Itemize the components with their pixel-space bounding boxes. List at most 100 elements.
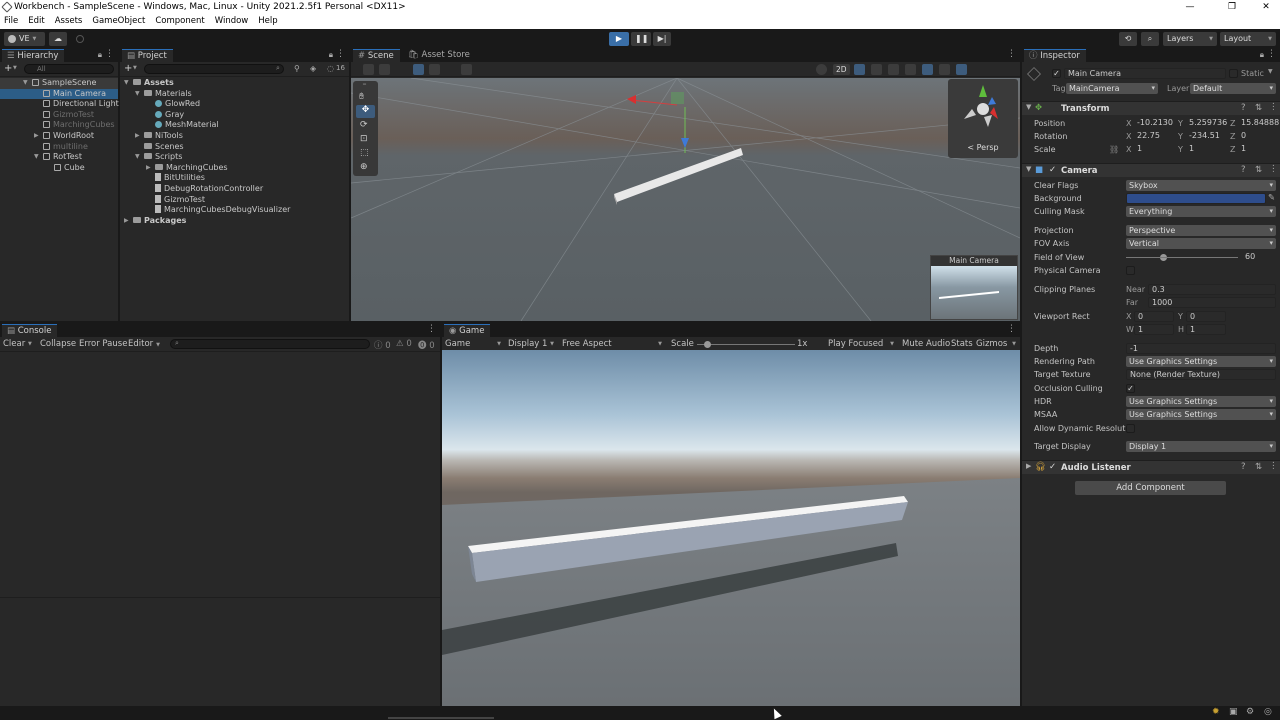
menu-item-file[interactable]: File [4, 16, 18, 26]
viewport-y-field[interactable]: 0 [1186, 311, 1226, 322]
info-count[interactable]: ⓘ 0 [374, 339, 391, 351]
background-color-field[interactable] [1126, 193, 1266, 204]
menu-item-assets[interactable]: Assets [55, 16, 83, 26]
account-dropdown[interactable]: VE ▼ [4, 32, 45, 46]
gizmos-toggle-icon[interactable] [955, 64, 967, 75]
panel-menu-icon[interactable]: ⋮ [427, 324, 436, 334]
warning-count[interactable]: ⚠ 0 [396, 339, 412, 349]
error-pause-button[interactable]: Error Pause [79, 339, 127, 349]
camera-dropdown[interactable]: Use Graphics Settings [1126, 356, 1276, 367]
pause-button[interactable]: ❚❚ [631, 32, 651, 46]
menu-item-help[interactable]: Help [258, 16, 277, 26]
panel-menu-icon[interactable]: ⋮ [1007, 49, 1016, 59]
hierarchy-item[interactable]: MarchingCubes [0, 120, 118, 131]
effects-toggle-icon[interactable] [887, 64, 899, 75]
vector-field[interactable]: 1 [1186, 144, 1228, 155]
tab-game[interactable]: ◉ Game [444, 324, 491, 337]
snap-increment-icon[interactable] [429, 64, 440, 75]
hidden-objects-icon[interactable] [904, 64, 916, 75]
fov-slider[interactable] [1126, 257, 1238, 258]
transform-tool-icon[interactable]: ⊕ [360, 162, 368, 172]
panel-menu-icon[interactable]: ⋮ [1007, 324, 1016, 334]
project-item[interactable]: ▼ Assets [120, 78, 349, 89]
foldout-arrow-icon[interactable]: ▶ [135, 131, 140, 142]
collapse-button[interactable]: Collapse [40, 339, 76, 349]
camera-dropdown[interactable]: Use Graphics Settings [1126, 409, 1276, 420]
far-field[interactable]: 1000 [1148, 297, 1276, 308]
project-item[interactable]: ▼ Materials [120, 89, 349, 100]
progress-icon[interactable]: ⚙ [1246, 707, 1254, 717]
vector-field[interactable]: 15.84888 [1238, 118, 1280, 129]
gizmos-dropdown[interactable]: Gizmos ▼ [976, 339, 1018, 349]
hierarchy-item[interactable]: ▼ RotTest [0, 152, 118, 163]
eyedropper-icon[interactable]: ✎ [1268, 193, 1275, 203]
hierarchy-item[interactable]: Main Camera [0, 88, 118, 100]
step-button[interactable]: ▶| [653, 32, 671, 46]
panel-menu-icon[interactable]: ⋮ [336, 49, 345, 59]
persp-label[interactable]: < Persp [948, 143, 1018, 152]
layout-dropdown[interactable]: Layout ▼ [1220, 32, 1276, 46]
viewport-h-field[interactable]: 1 [1186, 324, 1226, 335]
create-icon[interactable]: + [124, 63, 132, 74]
create-dropdown-icon[interactable]: ▼ [133, 65, 137, 71]
hierarchy-search-input[interactable]: All [24, 64, 114, 74]
scene-viewport[interactable] [351, 78, 1020, 321]
scene-visibility-icon[interactable] [921, 64, 933, 75]
tab-asset-store[interactable]: 🛍︎ Asset Store [403, 49, 476, 62]
foldout-arrow-icon[interactable]: ▼ [34, 152, 39, 163]
component-menu-icon[interactable]: ⋮ [1269, 461, 1278, 471]
grid-visibility-icon[interactable] [461, 64, 472, 75]
project-item[interactable]: BitUtilities [120, 173, 349, 184]
project-item[interactable]: ▶ MarchingCubes [120, 163, 349, 174]
vector-field[interactable]: 5.259736 [1186, 118, 1228, 129]
minimize-icon[interactable]: — [1172, 0, 1208, 15]
foldout-arrow-icon[interactable]: ▼ [135, 89, 140, 100]
near-field[interactable]: 0.3 [1148, 284, 1276, 295]
foldout-arrow-icon[interactable]: ▶ [146, 163, 151, 174]
menu-item-component[interactable]: Component [155, 16, 204, 26]
camera-dropdown[interactable]: Use Graphics Settings [1126, 396, 1276, 407]
render-mode-icon[interactable] [379, 64, 390, 75]
audio-enabled-checkbox[interactable]: ✓ [1049, 462, 1056, 472]
hierarchy-item[interactable]: Cube [0, 163, 118, 174]
error-count[interactable]: ⓿ 0 [418, 339, 435, 351]
rotate-tool-icon[interactable]: ⟳ [360, 120, 368, 130]
project-item[interactable]: MeshMaterial [120, 120, 349, 131]
panel-menu-icon[interactable]: ⋮ [105, 49, 114, 59]
clear-button[interactable]: Clear [3, 339, 25, 349]
stats-button[interactable]: Stats [951, 339, 973, 349]
notifications-icon[interactable]: ◎ [1264, 707, 1272, 717]
foldout-arrow-icon[interactable]: ▶ [124, 216, 129, 227]
lighting-toggle-icon[interactable] [853, 64, 865, 75]
vector-field[interactable]: 1 [1134, 144, 1176, 155]
camera-dropdown[interactable]: Everything [1126, 206, 1276, 217]
clear-dropdown-icon[interactable]: ▼ [28, 341, 32, 347]
hierarchy-item[interactable]: ▼ SampleScene [0, 78, 118, 89]
lock-icon[interactable]: 🔒︎ [1260, 50, 1264, 60]
add-icon[interactable]: + [4, 63, 12, 74]
vector-field[interactable]: 0 [1238, 131, 1280, 142]
project-search-input[interactable] [144, 64, 284, 74]
display-dropdown[interactable]: Display 1 ▼ [508, 339, 556, 349]
cache-icon[interactable]: ▣ [1229, 707, 1238, 717]
hierarchy-item[interactable]: Directional Light [0, 99, 119, 110]
orientation-gizmo[interactable]: < Persp [948, 79, 1018, 158]
presets-icon[interactable]: ⇅ [1255, 165, 1262, 175]
component-menu-icon[interactable]: ⋮ [1269, 102, 1278, 112]
foldout-arrow-icon[interactable]: ▼ [23, 78, 28, 89]
hierarchy-item[interactable]: ▶ WorldRoot [0, 131, 118, 142]
project-item[interactable]: ▶ Packages [120, 216, 349, 227]
tools-handle[interactable]: ═ [363, 82, 366, 88]
viewport-x-field[interactable]: 0 [1134, 311, 1174, 322]
static-dropdown-icon[interactable]: ▼ [1268, 68, 1273, 75]
mute-audio-button[interactable]: Mute Audio [902, 339, 950, 349]
filter-label-icon[interactable]: ◈ [310, 64, 316, 73]
camera-enabled-checkbox[interactable]: ✓ [1049, 165, 1056, 175]
console-search-input[interactable] [170, 339, 370, 349]
active-checkbox[interactable]: ✓ [1052, 69, 1061, 78]
camera-checkbox[interactable] [1126, 266, 1135, 275]
audio-listener-header[interactable]: ▶ 🎧︎ ✓ Audio Listener ? ⇅ ⋮ [1022, 460, 1280, 474]
project-item[interactable]: ▼ Scripts [120, 152, 349, 163]
vector-field[interactable]: -234.51 [1186, 131, 1228, 142]
foldout-arrow-icon[interactable]: ▼ [124, 78, 129, 89]
